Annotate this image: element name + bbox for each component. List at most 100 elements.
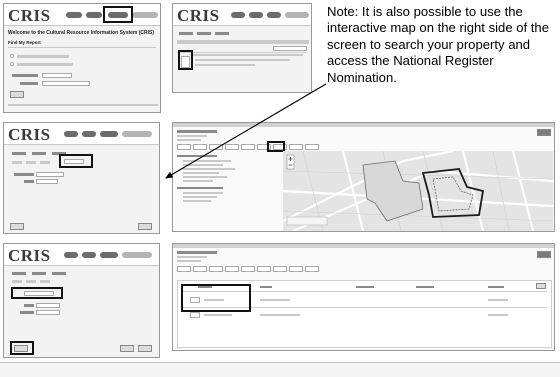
subtab-2[interactable]: [26, 161, 36, 164]
nav-item-home[interactable]: [64, 252, 78, 258]
screenshot-property-map: [172, 122, 555, 232]
interactive-map[interactable]: [283, 151, 553, 231]
table-settings-button[interactable]: [536, 283, 546, 289]
tab-records[interactable]: [52, 272, 66, 275]
tab-2[interactable]: [193, 144, 207, 150]
subtab-3[interactable]: [40, 161, 50, 164]
tab-2[interactable]: [193, 266, 207, 272]
tab-8[interactable]: [289, 266, 303, 272]
tab-6[interactable]: [257, 266, 271, 272]
section-heading: Find My Report: [8, 40, 41, 45]
county-field[interactable]: [36, 179, 58, 184]
nav-item-home[interactable]: [231, 12, 245, 18]
tab-9[interactable]: [305, 144, 319, 150]
search-by-field[interactable]: [36, 172, 64, 177]
header: CRIS: [4, 123, 159, 145]
table-header-ref: [416, 286, 434, 288]
tab-inventory[interactable]: [32, 152, 46, 155]
details-pane: [177, 155, 253, 229]
nav-item-submit[interactable]: [82, 131, 96, 137]
subtab-3[interactable]: [40, 280, 50, 283]
project-number-field[interactable]: [42, 73, 72, 78]
name-label: [20, 311, 34, 314]
clear-button[interactable]: [138, 223, 152, 230]
nav-item-submit[interactable]: [86, 12, 102, 18]
name-field[interactable]: [36, 310, 60, 315]
close-button[interactable]: [537, 251, 551, 258]
subtab-2[interactable]: [26, 280, 36, 283]
nav-item-search[interactable]: [267, 12, 281, 18]
tab-7[interactable]: [273, 266, 287, 272]
document-icon: [190, 312, 200, 318]
tab-1[interactable]: [179, 32, 193, 35]
tab-inventory[interactable]: [32, 272, 46, 275]
nav-item-submit[interactable]: [82, 252, 96, 258]
search-nav-highlight: [103, 6, 133, 23]
search-type-highlight: [59, 154, 93, 168]
screenshot-nomination-docs: [172, 243, 555, 351]
window-titlebar: [173, 123, 554, 127]
project-number-label: [12, 74, 38, 77]
result-row-highlight: [178, 50, 193, 70]
nav-item-search[interactable]: [100, 131, 118, 137]
row-name: [260, 314, 300, 316]
cris-logo: CRIS: [177, 6, 220, 25]
tab-1[interactable]: [177, 144, 191, 150]
tab-5[interactable]: [241, 266, 255, 272]
option-label-1: [17, 55, 69, 58]
tab-projects[interactable]: [12, 152, 26, 155]
tab-projects[interactable]: [12, 272, 26, 275]
county-label: [24, 304, 34, 307]
subtab-1[interactable]: [12, 161, 22, 164]
table-header-line: [177, 52, 307, 53]
email-field[interactable]: [42, 81, 90, 86]
nav-item-communities[interactable]: [122, 252, 152, 258]
nav-item-communities[interactable]: [132, 12, 158, 18]
detail-row: [183, 176, 227, 178]
screenshot-search-results: CRIS: [172, 3, 312, 93]
tab-4[interactable]: [225, 144, 239, 150]
tab-4[interactable]: [225, 266, 239, 272]
tab-3[interactable]: [215, 32, 229, 35]
nav-item-communities[interactable]: [122, 131, 152, 137]
detail-row: [183, 160, 231, 162]
nav-item-search[interactable]: [100, 252, 118, 258]
nav-item-home[interactable]: [64, 131, 78, 137]
print-button[interactable]: [120, 345, 134, 352]
subtab-1[interactable]: [12, 280, 22, 283]
map-zoom-icon[interactable]: [286, 154, 295, 170]
option-radio-2[interactable]: [10, 62, 14, 66]
screenshot-search-filled: CRIS: [3, 243, 160, 358]
search-button[interactable]: [10, 223, 24, 230]
row-type: [204, 314, 232, 316]
tab-9[interactable]: [305, 266, 319, 272]
cris-logo: CRIS: [8, 125, 51, 144]
option-label-2: [17, 63, 73, 66]
detail-row: [183, 200, 211, 202]
tab-3[interactable]: [209, 266, 223, 272]
county-label: [24, 180, 34, 183]
property-subtitle-2: [177, 139, 201, 141]
tab-2[interactable]: [197, 32, 211, 35]
detail-row: [183, 172, 219, 174]
results-filter[interactable]: [273, 46, 307, 51]
table-header-description: [356, 286, 374, 288]
tab-1[interactable]: [177, 266, 191, 272]
property-subtitle: [177, 256, 207, 258]
clear-button[interactable]: [138, 345, 152, 352]
close-button[interactable]: [537, 129, 551, 136]
nav-item-home[interactable]: [66, 12, 82, 18]
documents-highlight: [181, 284, 251, 312]
divider: [8, 47, 156, 48]
nav-item-submit[interactable]: [249, 12, 263, 18]
detail-row: [183, 196, 217, 198]
search-button[interactable]: [10, 91, 24, 98]
note-text: Note: It is also possible to use the int…: [327, 4, 549, 85]
tab-3[interactable]: [209, 144, 223, 150]
search-value-highlight: [11, 287, 63, 299]
option-radio-1[interactable]: [10, 54, 14, 58]
county-field[interactable]: [36, 303, 60, 308]
tab-8[interactable]: [289, 144, 303, 150]
nav-item-communities[interactable]: [285, 12, 309, 18]
tab-5[interactable]: [241, 144, 255, 150]
